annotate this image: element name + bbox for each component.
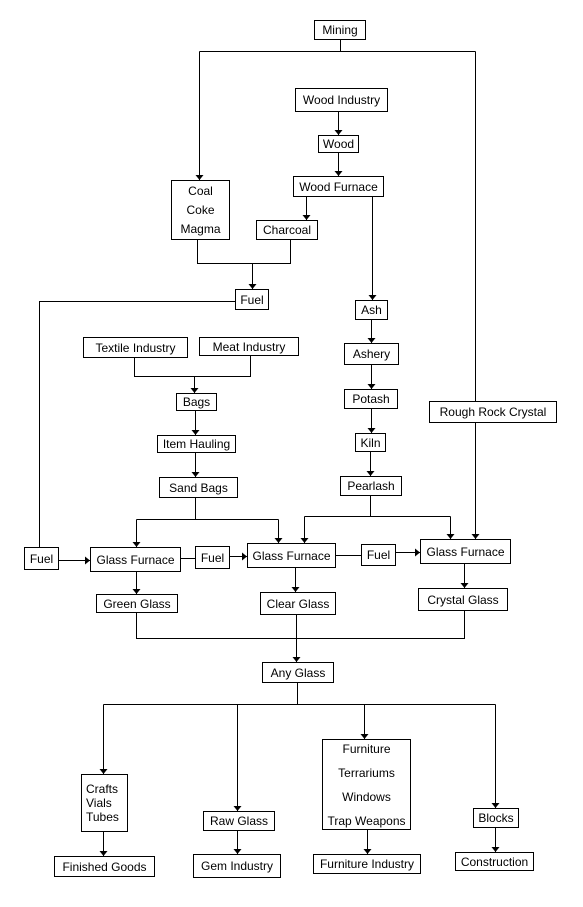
node-clear-glass: Clear Glass <box>260 592 336 615</box>
node-coal-coke-magma: Coal Coke Magma <box>171 180 230 240</box>
node-label: Raw Glass <box>209 814 268 828</box>
node-sand-bags: Sand Bags <box>159 477 238 498</box>
node-raw-glass: Raw Glass <box>203 811 275 831</box>
node-label: Glass Furnace <box>96 552 175 567</box>
node-fuel-left: Fuel <box>24 547 59 570</box>
node-glass-furnace-crystal: Glass Furnace <box>420 539 511 564</box>
node-label: Ashery <box>352 347 391 361</box>
node-label: Gem Industry <box>200 859 274 873</box>
node-mining: Mining <box>314 20 366 40</box>
node-textile-industry: Textile Industry <box>83 337 188 358</box>
node-potash: Potash <box>344 389 398 409</box>
node-fuel-mid: Fuel <box>195 546 230 569</box>
node-wood-furnace: Wood Furnace <box>293 176 384 197</box>
node-fuel-top: Fuel <box>235 289 269 310</box>
node-label: Vials <box>86 796 112 810</box>
node-item-hauling: Item Hauling <box>157 435 236 453</box>
node-label: Mining <box>322 23 358 37</box>
node-label: Item Hauling <box>162 437 231 451</box>
node-label: Bags <box>182 395 211 409</box>
node-label: Finished Goods <box>62 859 147 874</box>
node-label: Glass Furnace <box>426 544 505 559</box>
node-label: Green Glass <box>103 596 171 611</box>
node-glass-furnace-green: Glass Furnace <box>90 547 181 572</box>
node-charcoal: Charcoal <box>256 220 318 240</box>
node-label: Coal <box>188 183 213 198</box>
node-label: Meat Industry <box>212 339 286 354</box>
node-ash: Ash <box>355 300 388 320</box>
node-crystal-glass: Crystal Glass <box>418 588 508 611</box>
node-label: Blocks <box>478 811 514 825</box>
node-fuel-right: Fuel <box>361 544 396 566</box>
node-wood: Wood <box>318 135 359 153</box>
node-label: Wood Industry <box>302 93 381 107</box>
node-furniture-industry: Furniture Industry <box>313 854 421 874</box>
flowchart-canvas: Mining Wood Industry Wood Wood Furnace C… <box>0 0 583 907</box>
node-label: Furniture Industry <box>319 857 415 871</box>
node-kiln: Kiln <box>355 433 386 452</box>
node-label: Glass Furnace <box>252 548 331 563</box>
node-gem-industry: Gem Industry <box>193 854 281 878</box>
node-finished-goods: Finished Goods <box>54 856 155 877</box>
node-label: Trap Weapons <box>327 813 406 828</box>
node-label: Ash <box>361 303 382 317</box>
connector-layer <box>39 40 500 856</box>
node-label: Kiln <box>360 435 381 450</box>
node-ashery: Ashery <box>344 343 399 365</box>
node-label: Sand Bags <box>169 480 228 495</box>
node-label: Wood <box>322 137 355 151</box>
node-any-glass: Any Glass <box>262 662 334 683</box>
node-label: Textile Industry <box>95 340 176 355</box>
node-label: Windows <box>342 789 391 804</box>
node-label: Fuel <box>29 551 54 566</box>
node-pearlash: Pearlash <box>340 476 402 496</box>
node-label: Crafts <box>86 782 119 796</box>
node-label: Terrariums <box>338 765 395 780</box>
node-label: Charcoal <box>262 223 312 237</box>
node-label: Furniture <box>342 741 391 756</box>
node-label: Fuel <box>366 548 391 562</box>
glass-merge <box>136 611 465 639</box>
node-label: Potash <box>352 392 390 406</box>
node-construction: Construction <box>455 852 534 871</box>
node-furniture-group: Furniture Terrariums Windows Trap Weapons <box>322 739 411 830</box>
node-label: Coke <box>186 202 215 217</box>
node-label: Tubes <box>86 810 119 824</box>
bags-merge <box>134 356 251 377</box>
node-label: Fuel <box>240 292 264 307</box>
node-label: Construction <box>460 854 529 869</box>
node-label: Crystal Glass <box>427 592 499 607</box>
node-wood-industry: Wood Industry <box>295 88 388 112</box>
node-bags: Bags <box>176 393 217 411</box>
node-label: Magma <box>180 221 221 236</box>
node-label: Fuel <box>200 550 225 565</box>
node-green-glass: Green Glass <box>96 594 178 613</box>
node-glass-furnace-clear: Glass Furnace <box>247 543 336 568</box>
node-blocks: Blocks <box>473 808 519 828</box>
node-label: Pearlash <box>347 479 395 493</box>
node-label: Any Glass <box>270 665 326 680</box>
fuel-merge <box>197 240 291 264</box>
node-label: Rough Rock Crystal <box>439 405 547 419</box>
node-crafts-vials-tubes: Crafts Vials Tubes <box>81 774 128 832</box>
node-meat-industry: Meat Industry <box>199 337 299 356</box>
node-rough-rock-crystal: Rough Rock Crystal <box>429 401 557 423</box>
node-label: Clear Glass <box>266 596 330 611</box>
node-label: Wood Furnace <box>299 179 378 194</box>
